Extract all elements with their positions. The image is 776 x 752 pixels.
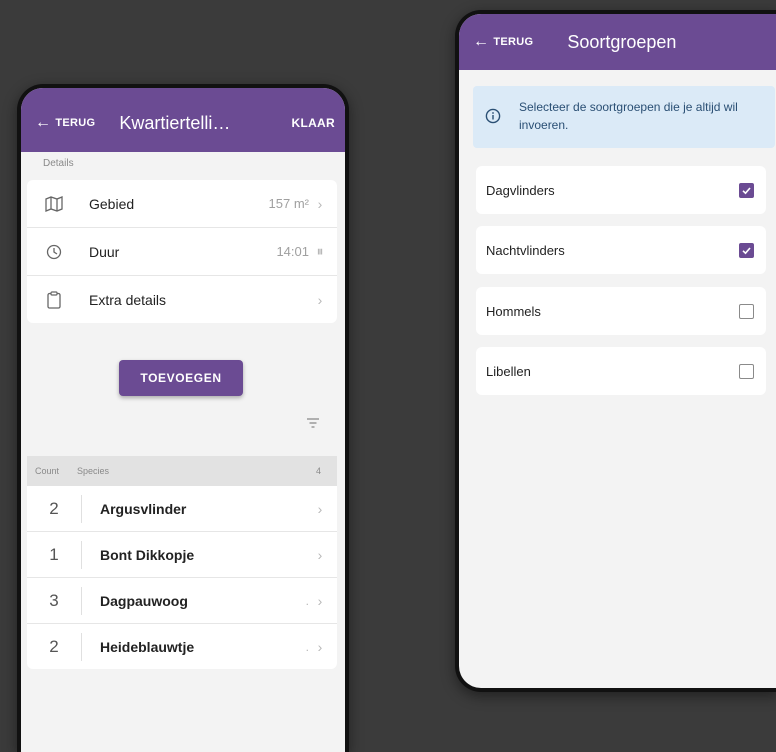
back-label: TERUG xyxy=(493,36,534,48)
species-group-checkbox[interactable] xyxy=(739,363,754,379)
details-row-label: Duur xyxy=(89,243,120,260)
list-item[interactable]: 1 Bont Dikkopje › xyxy=(27,532,337,578)
species-group-checkbox[interactable] xyxy=(739,242,754,258)
clock-icon xyxy=(39,244,69,260)
chevron-right-icon: › xyxy=(317,195,323,212)
species-count: 2 xyxy=(27,494,82,523)
species-group-label: Hommels xyxy=(486,303,541,319)
page-title: Kwartiertelli… xyxy=(119,112,231,133)
details-row-duration[interactable]: Duur 14:01 ⏸ xyxy=(27,228,337,276)
species-name: Argusvlinder xyxy=(100,500,187,517)
chevron-right-icon: › xyxy=(317,638,323,655)
add-button[interactable]: TOEVOEGEN xyxy=(119,360,243,396)
species-list: 2 Argusvlinder › 1 Bont Dikkopje › 3 Dag… xyxy=(27,486,337,669)
species-name: Heideblauwtje xyxy=(100,638,195,655)
check-icon xyxy=(742,246,751,254)
species-group-dagvlinders[interactable]: Dagvlinders xyxy=(476,166,766,214)
phone-right: ← TERUG Soortgroepen Selecteer de soortg… xyxy=(455,10,776,692)
back-button[interactable]: ← TERUG xyxy=(35,114,95,132)
species-group-label: Libellen xyxy=(486,363,531,379)
count-column-header: Count xyxy=(35,466,60,476)
page-title: Soortgroepen xyxy=(567,31,677,52)
species-group-libellen[interactable]: Libellen xyxy=(476,347,766,395)
species-group-label: Dagvlinders xyxy=(486,182,555,198)
species-total: 4 xyxy=(315,466,321,476)
back-arrow-icon: ← xyxy=(35,114,52,131)
check-icon xyxy=(742,186,751,194)
done-button[interactable]: KLAAR xyxy=(292,116,336,130)
species-count: 3 xyxy=(27,586,82,615)
species-name: Bont Dikkopje xyxy=(100,546,195,563)
info-banner: Selecteer de soortgroepen die je altijd … xyxy=(473,86,775,148)
list-item[interactable]: 3 Dagpauwoog . › xyxy=(27,578,337,624)
details-section-label: Details xyxy=(43,158,74,169)
details-row-label: Gebied xyxy=(89,195,135,212)
details-row-value: 14:01 xyxy=(276,244,309,259)
list-item[interactable]: 2 Heideblauwtje . › xyxy=(27,624,337,669)
chevron-right-icon: › xyxy=(317,592,323,609)
back-button[interactable]: ← TERUG xyxy=(473,33,533,51)
species-group-checkbox[interactable] xyxy=(739,182,754,198)
phone-left: ← TERUG Kwartiertelli… KLAAR Details Geb… xyxy=(17,84,349,752)
details-card: Gebied 157 m² › Duur 14:01 ⏸ Extra detai… xyxy=(27,180,337,323)
list-item[interactable]: 2 Argusvlinder › xyxy=(27,486,337,532)
back-label: TERUG xyxy=(55,117,96,129)
species-group-checkbox[interactable] xyxy=(739,303,754,319)
details-row-value: 157 m² xyxy=(268,196,309,211)
filter-icon[interactable] xyxy=(305,416,321,430)
app-bar: ← TERUG Kwartiertelli… KLAAR xyxy=(21,88,345,152)
species-group-nachtvlinders[interactable]: Nachtvlinders xyxy=(476,226,766,274)
chevron-right-icon: › xyxy=(317,291,323,308)
chevron-right-icon: › xyxy=(317,546,323,563)
species-count: 1 xyxy=(27,540,82,569)
info-icon xyxy=(485,108,501,124)
details-row-label: Extra details xyxy=(89,291,167,308)
species-group-hommels[interactable]: Hommels xyxy=(476,287,766,335)
back-arrow-icon: ← xyxy=(473,33,490,50)
map-icon xyxy=(39,195,69,212)
species-list-header: Count Species 4 xyxy=(27,456,337,486)
species-count: 2 xyxy=(27,632,82,661)
species-column-header: Species xyxy=(77,466,110,476)
app-bar: ← TERUG Soortgroepen xyxy=(459,14,776,70)
chevron-right-icon: › xyxy=(317,500,323,517)
details-row-extra[interactable]: Extra details › xyxy=(27,276,337,323)
species-name: Dagpauwoog xyxy=(100,592,188,609)
species-group-label: Nachtvlinders xyxy=(486,242,565,258)
clipboard-icon xyxy=(39,290,69,309)
info-text: Selecteer de soortgroepen die je altijd … xyxy=(519,100,738,132)
pause-icon[interactable]: ⏸ xyxy=(309,243,331,260)
details-row-area[interactable]: Gebied 157 m² › xyxy=(27,180,337,228)
